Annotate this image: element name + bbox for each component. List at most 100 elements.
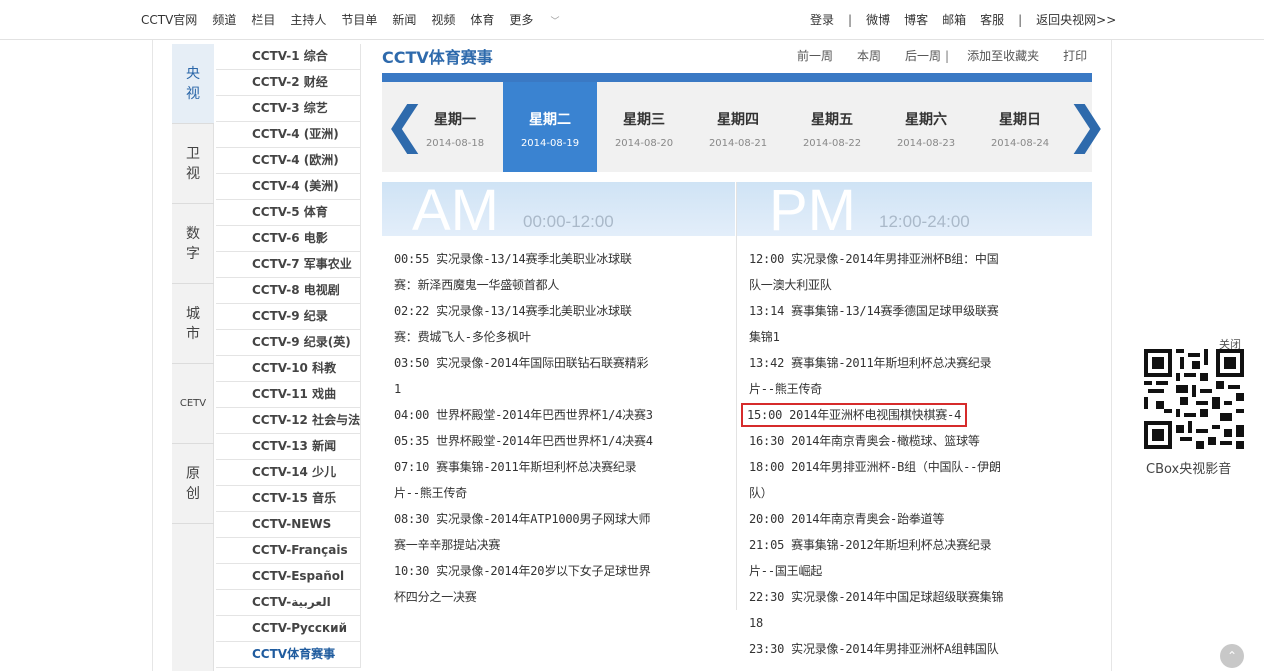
channel-item-active[interactable]: CCTV体育赛事 (216, 642, 361, 668)
channel-item[interactable]: CCTV-7 军事农业 (216, 252, 361, 278)
day-tab-thu[interactable]: 星期四 2014-08-21 (691, 82, 785, 172)
day-selector: ❮ 星期一 2014-08-18 星期二 2014-08-19 星期三 2014… (382, 82, 1108, 172)
channel-item[interactable]: CCTV-9 纪录 (216, 304, 361, 330)
chevron-down-icon: ﹀ (550, 17, 560, 27)
nav-sports[interactable]: 体育 (470, 11, 494, 28)
category-label: CETV (179, 397, 207, 409)
nav-hosts[interactable]: 主持人 (290, 11, 326, 28)
program-line: 片--国王崛起 (749, 564, 823, 578)
program-line: 队一澳大利亚队 (749, 278, 832, 292)
program-line: 00:55 实况录像-13/14赛季北美职业冰球联 (394, 252, 632, 266)
channel-item[interactable]: CCTV-5 体育 (216, 200, 361, 226)
am-program-list: 00:55 实况录像-13/14赛季北美职业冰球联 赛：新泽西魔鬼一华盛顿首都人… (394, 246, 654, 610)
day-date: 2014-08-24 (990, 138, 1050, 149)
nav-weibo[interactable]: 微博 (866, 11, 890, 28)
program-line: 18:00 2014年男排亚洲杯-B组（中国队--伊朗 (749, 460, 1001, 474)
day-tab-sun[interactable]: 星期日 2014-08-24 (973, 82, 1067, 172)
channel-item[interactable]: CCTV-6 电影 (216, 226, 361, 252)
channel-item[interactable]: CCTV-9 纪录(英) (216, 330, 361, 356)
scroll-top-icon[interactable]: ⌃ (1220, 644, 1244, 668)
channel-item[interactable]: CCTV-Français (216, 538, 361, 564)
am-header: AM 00:00-12:00 (382, 182, 735, 236)
day-tab-sat[interactable]: 星期六 2014-08-23 (879, 82, 973, 172)
day-name: 星期六 (905, 112, 947, 128)
pm-program-list: 12:00 实况录像-2014年男排亚洲杯B组：中国 队一澳大利亚队 13:14… (740, 246, 1009, 662)
channel-item[interactable]: CCTV-4 (欧洲) (216, 148, 361, 174)
channel-item[interactable]: CCTV-1 综合 (216, 44, 361, 70)
prev-week-link[interactable]: 前一周 (797, 47, 833, 64)
nav-cctv-home[interactable]: CCTV官网 (141, 11, 197, 28)
channel-item[interactable]: CCTV-14 少儿 (216, 460, 361, 486)
channel-item[interactable]: CCTV-3 综艺 (216, 96, 361, 122)
channel-item[interactable]: CCTV-10 科教 (216, 356, 361, 382)
category-label: 原创 (186, 465, 200, 502)
program-line: 02:22 实况录像-13/14赛季北美职业冰球联 (394, 304, 632, 318)
day-date: 2014-08-20 (614, 138, 674, 149)
nav-columns[interactable]: 栏目 (251, 11, 275, 28)
nav-service[interactable]: 客服 (980, 11, 1004, 28)
day-tab-wed[interactable]: 星期三 2014-08-20 (597, 82, 691, 172)
day-date: 2014-08-19 (520, 138, 580, 149)
category-digital[interactable]: 数字 (172, 204, 214, 284)
day-name: 星期五 (811, 112, 853, 128)
channel-item[interactable]: CCTV-8 电视剧 (216, 278, 361, 304)
category-original[interactable]: 原创 (172, 444, 214, 524)
next-week-link[interactable]: 后一周 (905, 47, 941, 64)
highlighted-program-line[interactable]: 15:00 2014年亚洲杯电视围棋快棋赛-4 (740, 403, 968, 427)
top-nav-left: CCTV官网 频道 栏目 主持人 节目单 新闻 视频 体育 更多 ﹀ (141, 11, 589, 28)
day-tab-mon[interactable]: 星期一 2014-08-18 (408, 82, 502, 172)
top-nav: CCTV官网 频道 栏目 主持人 节目单 新闻 视频 体育 更多 ﹀ 登录 | 微… (0, 0, 1264, 40)
category-cctv[interactable]: 央视 (172, 44, 214, 124)
category-label: 城市 (186, 305, 200, 342)
channel-item[interactable]: CCTV-15 音乐 (216, 486, 361, 512)
category-cetv[interactable]: CETV (172, 364, 214, 444)
category-satellite[interactable]: 卫视 (172, 124, 214, 204)
program-line: 10:30 实况录像-2014年20岁以下女子足球世界 (394, 564, 651, 578)
channel-item[interactable]: CCTV-13 新闻 (216, 434, 361, 460)
day-name: 星期二 (529, 112, 571, 128)
program-line: 队） (749, 486, 773, 500)
day-date: 2014-08-18 (425, 138, 485, 149)
day-tab-fri[interactable]: 星期五 2014-08-22 (785, 82, 879, 172)
program-line: 赛一辛辛那提站决赛 (394, 538, 501, 552)
title-accent-bar (382, 73, 1092, 82)
nav-news[interactable]: 新闻 (392, 11, 416, 28)
channel-item[interactable]: CCTV-2 财经 (216, 70, 361, 96)
nav-back-to-cctv[interactable]: 返回央视网>> (1036, 11, 1116, 28)
nav-login[interactable]: 登录 (810, 11, 834, 28)
program-line: 赛：费城飞人-多伦多枫叶 (394, 330, 531, 344)
channel-item[interactable]: CCTV-11 戏曲 (216, 382, 361, 408)
day-tab-tue[interactable]: 星期二 2014-08-19 (503, 82, 597, 172)
nav-more[interactable]: 更多 ﹀ (509, 11, 574, 28)
program-line: 集锦1 (749, 330, 780, 344)
nav-video[interactable]: 视频 (431, 11, 455, 28)
program-line: 16:30 2014年南京青奥会-橄榄球、篮球等 (749, 434, 980, 448)
program-line: 20:00 2014年南京青奥会-跆拳道等 (749, 512, 945, 526)
nav-schedule[interactable]: 节目单 (341, 11, 377, 28)
channel-list: CCTV-1 综合 CCTV-2 财经 CCTV-3 综艺 CCTV-4 (亚洲… (216, 44, 361, 668)
next-arrow-icon[interactable]: ❯ (1066, 100, 1108, 150)
day-name: 星期一 (434, 112, 476, 128)
nav-separator: | (848, 12, 853, 27)
this-week-link[interactable]: 本周 (857, 47, 881, 64)
nav-more-label: 更多 (509, 13, 534, 27)
program-line: 片--熊王传奇 (394, 486, 468, 500)
channel-item[interactable]: CCTV-NEWS (216, 512, 361, 538)
channel-item[interactable]: CCTV-4 (亚洲) (216, 122, 361, 148)
day-name: 星期四 (717, 112, 759, 128)
channel-item[interactable]: CCTV-Русский (216, 616, 361, 642)
print-link[interactable]: 打印 (1063, 47, 1087, 64)
program-line: 18 (749, 616, 764, 630)
channel-item[interactable]: CCTV-12 社会与法 (216, 408, 361, 434)
channel-item[interactable]: CCTV-4 (美洲) (216, 174, 361, 200)
program-line: 1 (394, 382, 402, 396)
program-line: 13:14 赛事集锦-13/14赛季德国足球甲级联赛 (749, 304, 999, 318)
category-city[interactable]: 城市 (172, 284, 214, 364)
add-favorite-link[interactable]: 添加至收藏夹 (967, 47, 1039, 64)
channel-item[interactable]: CCTV-العربية (216, 590, 361, 616)
channel-item[interactable]: CCTV-Español (216, 564, 361, 590)
program-line: 23:30 实况录像-2014年男排亚洲杯A组韩国队 (749, 642, 999, 656)
nav-blog[interactable]: 博客 (904, 11, 928, 28)
nav-channels[interactable]: 频道 (212, 11, 236, 28)
nav-mail[interactable]: 邮箱 (942, 11, 966, 28)
